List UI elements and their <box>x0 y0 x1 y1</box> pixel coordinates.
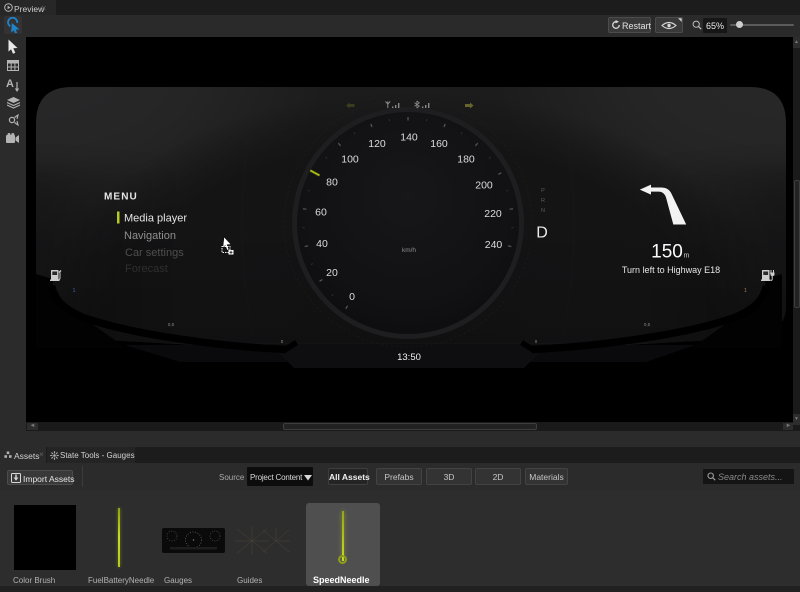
svg-text:1: 1 <box>73 288 76 294</box>
svg-text:Turn left to Highway E18: Turn left to Highway E18 <box>622 265 720 275</box>
svg-text:MENU: MENU <box>104 192 138 203</box>
svg-text:D: D <box>536 225 548 242</box>
svg-text:13:50: 13:50 <box>397 352 421 363</box>
svg-text:240: 240 <box>485 239 503 251</box>
svg-text:Forecast: Forecast <box>125 263 168 275</box>
svg-text:20: 20 <box>326 267 338 279</box>
svg-text:m: m <box>684 253 690 260</box>
svg-text:0: 0 <box>349 291 355 303</box>
svg-text:40: 40 <box>316 238 328 250</box>
svg-text:km/h: km/h <box>402 247 416 254</box>
svg-text:0,5: 0,5 <box>644 322 651 327</box>
svg-text:150: 150 <box>651 242 683 263</box>
svg-text:0,5: 0,5 <box>168 322 175 327</box>
svg-text:1: 1 <box>744 288 747 294</box>
svg-text:220: 220 <box>484 208 502 220</box>
svg-text:140: 140 <box>400 132 418 144</box>
svg-text:Car settings: Car settings <box>125 247 184 259</box>
svg-text:120: 120 <box>368 138 386 150</box>
svg-text:R: R <box>541 198 545 204</box>
svg-text:P: P <box>541 188 545 194</box>
svg-text:100: 100 <box>341 154 359 166</box>
svg-text:Navigation: Navigation <box>124 230 176 242</box>
svg-text:N: N <box>541 208 545 214</box>
svg-text:60: 60 <box>315 207 327 219</box>
svg-text:200: 200 <box>475 180 493 192</box>
svg-text:180: 180 <box>457 154 475 166</box>
svg-text:80: 80 <box>326 177 338 189</box>
svg-text:Media player: Media player <box>124 213 187 225</box>
svg-text:160: 160 <box>430 138 448 150</box>
